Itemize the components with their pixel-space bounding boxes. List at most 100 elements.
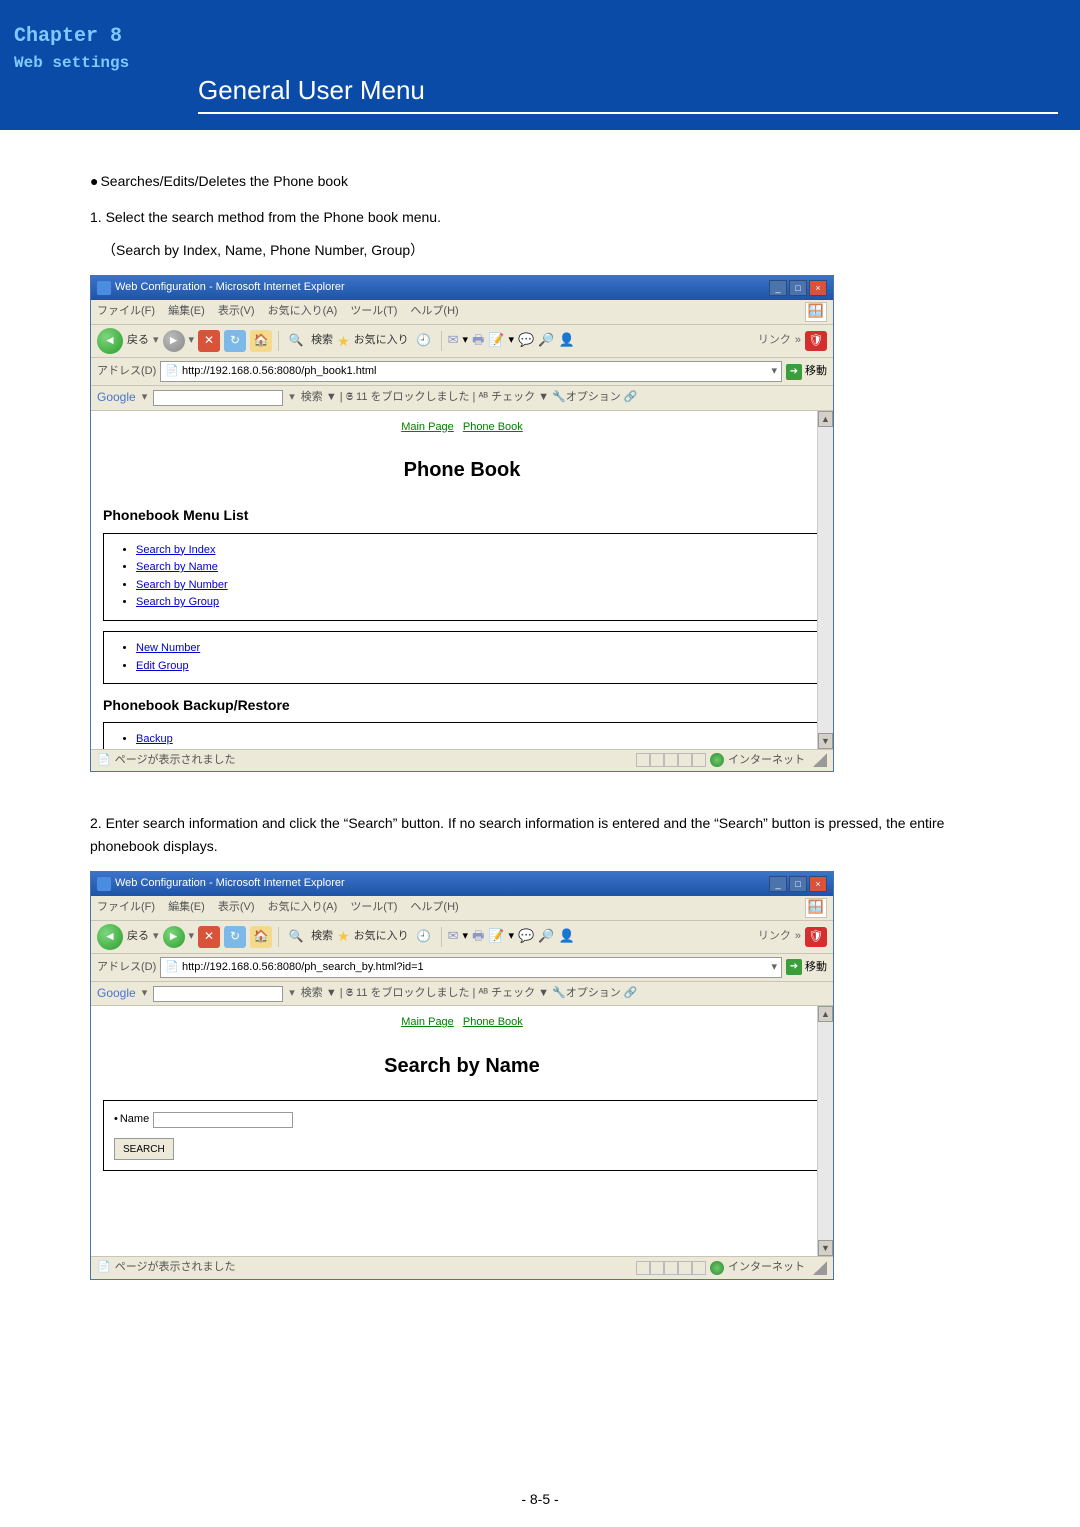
- chapter-label: Chapter 8: [14, 25, 166, 48]
- google-search-input[interactable]: [153, 986, 283, 1002]
- status-text: ページが表示されました: [115, 752, 236, 770]
- forward-button[interactable]: ►: [163, 926, 185, 948]
- link-search-index[interactable]: Search by Index: [136, 544, 216, 556]
- search-links-box: Search by Index Search by Name Search by…: [103, 533, 819, 621]
- maximize-button[interactable]: □: [789, 876, 807, 892]
- scrollbar[interactable]: ▲ ▼: [817, 411, 833, 749]
- link-main-page[interactable]: Main Page: [401, 1016, 454, 1028]
- search-icon[interactable]: 🔍: [285, 330, 307, 352]
- browser-viewport-2: Main Page Phone Book Search by Name • Na…: [91, 1006, 833, 1256]
- menu-file[interactable]: ファイル(F): [97, 901, 155, 913]
- stop-button[interactable]: ✕: [198, 330, 220, 352]
- search-button[interactable]: SEARCH: [114, 1138, 174, 1160]
- name-label: Name: [120, 1111, 149, 1129]
- google-label[interactable]: Google: [97, 388, 136, 407]
- step-1: 1. Select the search method from the Pho…: [90, 206, 990, 228]
- link-edit-group[interactable]: Edit Group: [136, 660, 189, 672]
- history-icon[interactable]: 🕘: [413, 926, 435, 948]
- menu-tools[interactable]: ツール(T): [350, 305, 397, 317]
- research-icon[interactable]: 🔎: [538, 330, 554, 351]
- favorites-icon[interactable]: ★: [337, 925, 350, 947]
- menu-tools[interactable]: ツール(T): [350, 901, 397, 913]
- google-toolbar-items[interactable]: 検索 ▼ | 𝕾 11 をブロックしました | ᴬᴮ チェック ▼ 🔧オプション…: [301, 985, 638, 1003]
- menu-fav[interactable]: お気に入り(A): [268, 305, 338, 317]
- home-button[interactable]: 🏠: [250, 330, 272, 352]
- minimize-button[interactable]: _: [769, 876, 787, 892]
- zone-icon: [710, 1261, 724, 1275]
- title-box: General User Menu: [198, 75, 1058, 114]
- minimize-button[interactable]: _: [769, 280, 787, 296]
- menu-help[interactable]: ヘルプ(H): [410, 901, 458, 913]
- mail-icon[interactable]: ✉: [448, 926, 459, 947]
- address-input-2[interactable]: 📄 http://192.168.0.56:8080/ph_search_by.…: [160, 957, 782, 979]
- menu-view[interactable]: 表示(V): [218, 901, 255, 913]
- go-label: 移動: [805, 959, 827, 977]
- scroll-up-icon[interactable]: ▲: [818, 411, 833, 427]
- menu-help[interactable]: ヘルプ(H): [410, 305, 458, 317]
- menu-fav[interactable]: お気に入り(A): [268, 901, 338, 913]
- link-main-page[interactable]: Main Page: [401, 421, 454, 433]
- go-icon[interactable]: ➔: [786, 364, 802, 380]
- go-icon[interactable]: ➔: [786, 959, 802, 975]
- scroll-up-icon[interactable]: ▲: [818, 1006, 833, 1022]
- titlebar: Web Configuration - Microsoft Internet E…: [91, 276, 833, 300]
- scrollbar[interactable]: ▲ ▼: [817, 1006, 833, 1256]
- forward-button[interactable]: ►: [163, 330, 185, 352]
- menu-file[interactable]: ファイル(F): [97, 305, 155, 317]
- ie-logo-icon: 🪟: [805, 898, 827, 918]
- titlebar-2: Web Configuration - Microsoft Internet E…: [91, 872, 833, 896]
- messenger-icon[interactable]: 👤: [558, 330, 574, 351]
- back-button[interactable]: ◄: [97, 328, 123, 354]
- favorites-icon[interactable]: ★: [337, 330, 350, 352]
- backup-heading: Phonebook Backup/Restore: [103, 694, 821, 716]
- addressbar-2: アドレス(D) 📄 http://192.168.0.56:8080/ph_se…: [91, 954, 833, 983]
- link-new-number[interactable]: New Number: [136, 642, 200, 654]
- search-label: 検索: [311, 332, 333, 350]
- mail-icon[interactable]: ✉: [448, 330, 459, 351]
- link-phone-book[interactable]: Phone Book: [463, 421, 523, 433]
- mcafee-icon[interactable]: 🛡: [805, 331, 827, 351]
- refresh-button[interactable]: ↻: [224, 330, 246, 352]
- links-label[interactable]: リンク: [758, 332, 791, 350]
- print-icon[interactable]: 🖶: [472, 926, 484, 947]
- scroll-down-icon[interactable]: ▼: [818, 733, 833, 749]
- stop-button[interactable]: ✕: [198, 926, 220, 948]
- mcafee-icon[interactable]: 🛡: [805, 927, 827, 947]
- link-phone-book[interactable]: Phone Book: [463, 1016, 523, 1028]
- research-icon[interactable]: 🔎: [538, 926, 554, 947]
- discuss-icon[interactable]: 💬: [518, 330, 534, 351]
- links-label[interactable]: リンク: [758, 928, 791, 946]
- statusbar: 📄 ページが表示されました インターネット: [91, 749, 833, 772]
- link-backup[interactable]: Backup: [136, 733, 173, 745]
- discuss-icon[interactable]: 💬: [518, 926, 534, 947]
- link-search-number[interactable]: Search by Number: [136, 579, 228, 591]
- name-input[interactable]: [153, 1112, 293, 1128]
- close-button[interactable]: ×: [809, 280, 827, 296]
- resize-grip[interactable]: [813, 753, 827, 767]
- status-page-icon: 📄: [97, 752, 111, 770]
- messenger-icon[interactable]: 👤: [558, 926, 574, 947]
- google-toolbar-items[interactable]: 検索 ▼ | 𝕾 11 をブロックしました | ᴬᴮ チェック ▼ 🔧オプション…: [301, 389, 638, 407]
- menu-edit[interactable]: 編集(E): [168, 901, 205, 913]
- home-button[interactable]: 🏠: [250, 926, 272, 948]
- header-right: General User Menu: [180, 0, 1080, 130]
- step-2: 2. Enter search information and click th…: [90, 812, 990, 857]
- refresh-button[interactable]: ↻: [224, 926, 246, 948]
- resize-grip[interactable]: [813, 1261, 827, 1275]
- link-search-name[interactable]: Search by Name: [136, 561, 218, 573]
- search-icon[interactable]: 🔍: [285, 926, 307, 948]
- edit-icon[interactable]: 📝: [488, 330, 504, 351]
- back-button[interactable]: ◄: [97, 924, 123, 950]
- address-input[interactable]: 📄 http://192.168.0.56:8080/ph_book1.html…: [160, 361, 782, 383]
- maximize-button[interactable]: □: [789, 280, 807, 296]
- print-icon[interactable]: 🖶: [472, 330, 484, 351]
- close-button[interactable]: ×: [809, 876, 827, 892]
- edit-icon[interactable]: 📝: [488, 926, 504, 947]
- google-label[interactable]: Google: [97, 984, 136, 1003]
- link-search-group[interactable]: Search by Group: [136, 596, 219, 608]
- menu-edit[interactable]: 編集(E): [168, 305, 205, 317]
- history-icon[interactable]: 🕘: [413, 330, 435, 352]
- google-search-input[interactable]: [153, 390, 283, 406]
- menu-view[interactable]: 表示(V): [218, 305, 255, 317]
- scroll-down-icon[interactable]: ▼: [818, 1240, 833, 1256]
